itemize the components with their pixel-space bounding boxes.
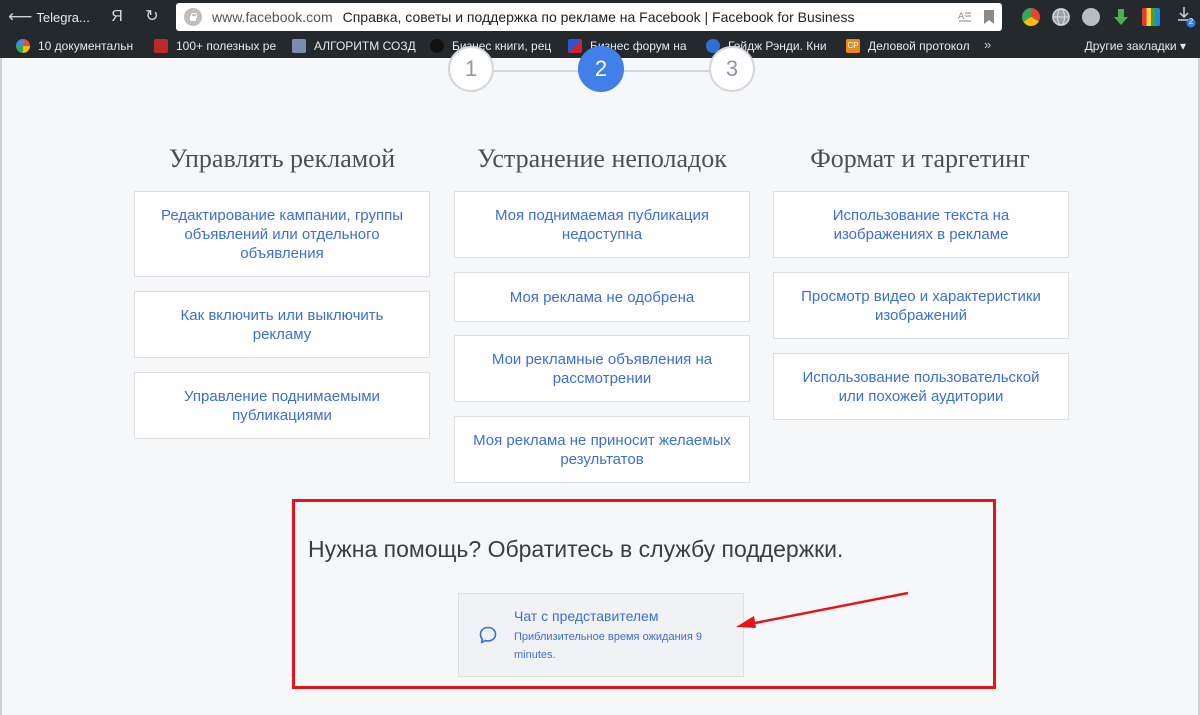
step-1[interactable]: 1 xyxy=(448,46,494,92)
bookmark-page-icon[interactable] xyxy=(984,10,994,24)
other-bookmarks-label: Другие закладки xyxy=(1084,39,1177,53)
help-card[interactable]: Мои рекламные объявления на рассмотрении xyxy=(454,335,750,402)
bookmark-label: Деловой протокол xyxy=(868,39,970,53)
extension-globe-icon[interactable] xyxy=(1052,8,1070,26)
step-2[interactable]: 2 xyxy=(578,46,624,92)
bookmark-item[interactable]: 10 документальн xyxy=(16,38,138,54)
lock-icon xyxy=(184,8,202,26)
help-card[interactable]: Использование текста на изображениях в р… xyxy=(773,191,1069,258)
column-title-format-targeting: Формат и таргетинг xyxy=(810,144,1030,173)
bookmark-item[interactable]: АЛГОРИТМ СОЗД xyxy=(292,38,418,54)
chat-title: Чат с представителем xyxy=(514,608,659,624)
bookmark-label: 10 документальн xyxy=(38,39,134,53)
reload-icon[interactable]: ↻ xyxy=(143,6,161,28)
step-3[interactable]: 3 xyxy=(709,46,755,92)
rk-icon xyxy=(154,39,168,53)
column-title-troubleshooting: Устранение неполадок xyxy=(477,144,727,173)
flag-icon xyxy=(568,39,582,53)
bookmark-item[interactable]: Бизнес книги, рец xyxy=(430,38,558,54)
b-logo-icon xyxy=(430,39,444,53)
page-content: 1 2 3 Управлять рекламой Редактирование … xyxy=(0,46,1200,715)
help-title: Нужна помощь? Обратитесь в службу поддер… xyxy=(308,536,844,562)
help-card[interactable]: Редактирование кампании, группы объявлен… xyxy=(134,191,430,277)
address-bar[interactable]: www.facebook.com Справка, советы и подде… xyxy=(176,3,1002,31)
bookmark-item[interactable]: CP Деловой протокол xyxy=(846,38,974,54)
bookmark-label: АЛГОРИТМ СОЗД xyxy=(314,39,416,53)
help-card[interactable]: Использование пользовательской или похож… xyxy=(773,353,1069,420)
chat-with-rep-button[interactable]: Чат с представителем Приблизительное вре… xyxy=(458,593,744,677)
extension-download-icon[interactable] xyxy=(1112,8,1130,26)
other-bookmarks-button[interactable]: Другие закладки ▾ xyxy=(1085,39,1186,53)
translate-icon[interactable]: A xyxy=(958,9,972,25)
help-card[interactable]: Моя реклама не приносит желаемых результ… xyxy=(454,416,750,483)
chat-bubble-icon xyxy=(479,626,497,644)
extension-chat-icon[interactable] xyxy=(1082,8,1100,26)
downloads-icon[interactable]: 2 xyxy=(1176,6,1196,28)
red-arrow-annotation xyxy=(736,591,909,628)
extension-grid-icon[interactable] xyxy=(1142,8,1160,26)
address-page-title: Справка, советы и поддержка по рекламе н… xyxy=(342,9,855,25)
address-bar-actions: A xyxy=(958,9,994,25)
browser-toolbar: ⟵ Telegra... Я ↻ www.facebook.com Справк… xyxy=(0,0,1200,34)
cp-icon: CP xyxy=(846,39,860,53)
address-domain: www.facebook.com xyxy=(212,9,333,25)
help-card[interactable]: Моя поднимаемая публикация недоступна xyxy=(454,191,750,258)
chevron-down-icon: ▾ xyxy=(1179,39,1186,53)
help-card[interactable]: Управление поднимаемыми публикациями xyxy=(134,372,430,439)
building-icon xyxy=(292,39,306,53)
chat-wait-time: Приблизительное время ожидания 9 minutes… xyxy=(514,631,702,661)
extension-color-icon[interactable] xyxy=(1022,8,1040,26)
pinwheel-icon xyxy=(16,39,30,53)
back-arrow-icon: ⟵ xyxy=(8,7,33,26)
yandex-button[interactable]: Я xyxy=(108,6,126,28)
help-card[interactable]: Моя реклама не одобрена xyxy=(454,272,750,322)
column-title-manage-ads: Управлять рекламой xyxy=(168,144,396,173)
help-card[interactable]: Просмотр видео и характеристики изображе… xyxy=(773,272,1069,339)
downloads-badge: 2 xyxy=(1188,17,1194,26)
bookmark-item[interactable]: 100+ полезных ре xyxy=(154,38,278,54)
back-button[interactable]: ⟵ Telegra... xyxy=(8,6,90,28)
back-button-label: Telegra... xyxy=(36,9,90,25)
bookmark-label: 100+ полезных ре xyxy=(176,39,277,53)
help-card[interactable]: Как включить или выключить рекламу xyxy=(134,291,430,358)
bookmarks-overflow-icon[interactable]: » xyxy=(984,37,991,52)
